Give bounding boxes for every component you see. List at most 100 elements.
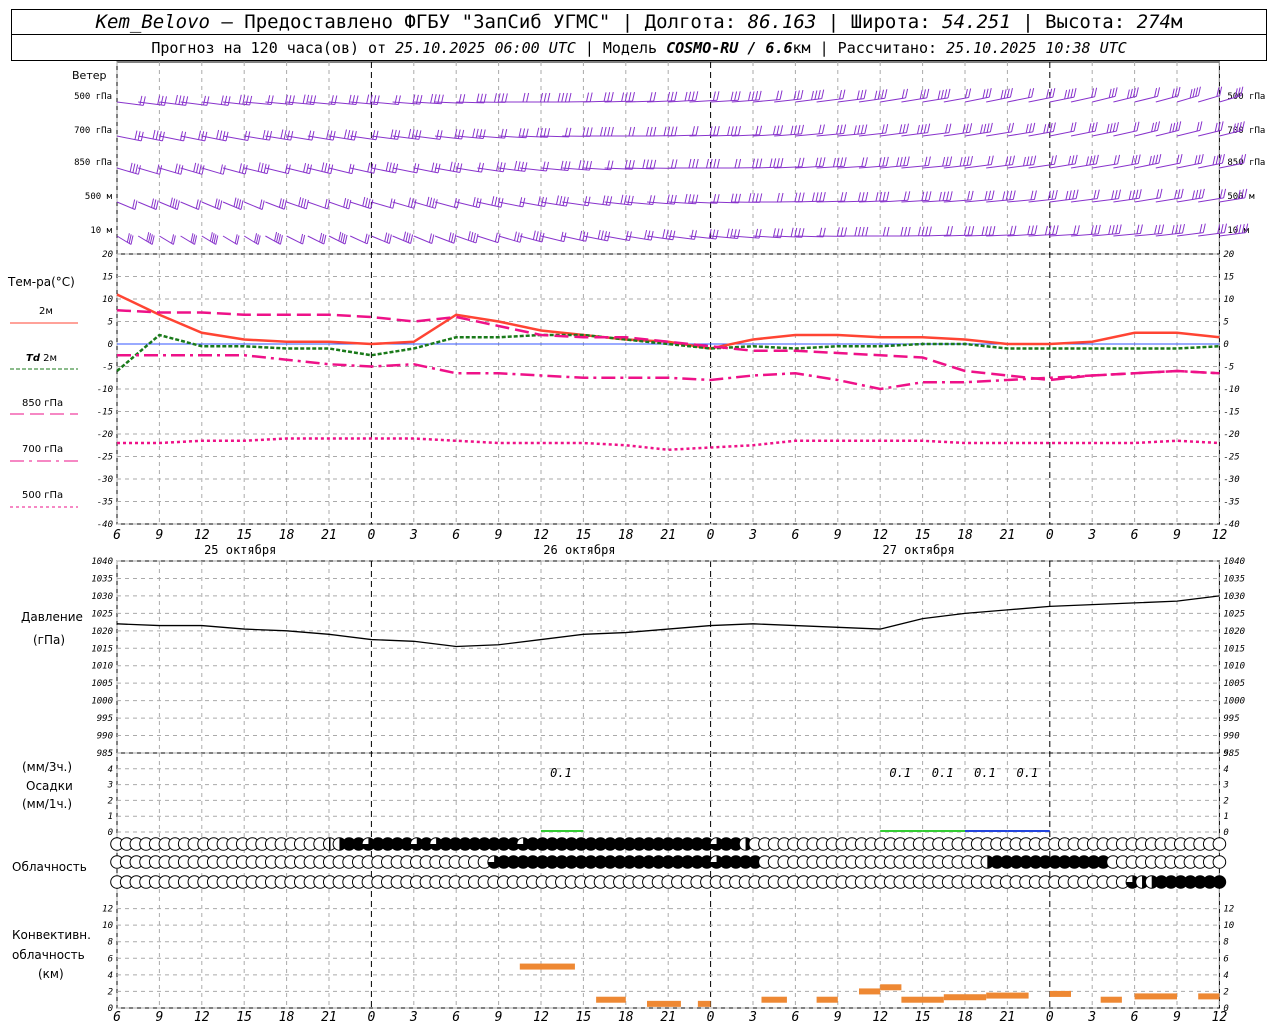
wind-barb-feather: [648, 195, 652, 205]
wind-barb-feather: [176, 200, 180, 210]
precip-bar: [880, 830, 923, 832]
wind-barb-feather: [1108, 225, 1112, 235]
wind-barb-feather: [822, 192, 826, 202]
wind-barb-feather: [822, 157, 826, 167]
wind-barb-feather: [453, 234, 457, 244]
wind-barb-feather: [195, 163, 199, 173]
wind-barb-feather: [300, 198, 304, 208]
wind-barb-feather: [1049, 122, 1053, 133]
wind-barb-shaft: [922, 97, 949, 103]
wind-barb-feather: [1009, 225, 1013, 235]
wind-barb-feather: [1000, 89, 1004, 100]
wind-barb-shaft: [1070, 130, 1096, 137]
wind-barb-feather: [1068, 190, 1072, 200]
wind-barb-feather: [967, 226, 971, 236]
wind-barb-feather: [716, 91, 720, 101]
wind-barb-feather: [240, 200, 244, 210]
wind-barb: [265, 231, 283, 245]
wind-barb-feather: [1115, 224, 1119, 234]
wind-barb-feather: [227, 96, 231, 106]
wind-barb-feather: [730, 91, 734, 101]
x-tick-label: 9: [834, 1010, 842, 1024]
day-label: 25 октября: [204, 543, 276, 557]
wind-barb-feather: [164, 96, 167, 106]
press-ytick-left: 1000: [91, 697, 113, 707]
wind-barb-feather: [712, 229, 716, 239]
wind-barb-feather: [1006, 88, 1010, 98]
wind-barb-feather: [705, 158, 709, 169]
wind-barb-shaft: [1198, 129, 1222, 137]
wind-barb-feather: [815, 192, 819, 202]
wind-barb-feather: [403, 231, 407, 241]
wind-barb-feather: [211, 233, 215, 243]
wind-barb-feather: [1178, 224, 1182, 234]
wind-barb-feather: [326, 129, 330, 140]
x-tick-label: 6: [791, 528, 799, 543]
wind-barb-feather: [1008, 155, 1012, 166]
wind-barb-feather: [949, 156, 953, 166]
wind-barb-feather: [494, 196, 498, 207]
wind-barb: [434, 232, 457, 244]
wind-barb-shaft: [1113, 95, 1137, 103]
wind-barb-feather: [367, 198, 371, 208]
wind-barb-feather: [772, 125, 776, 135]
wind-barb-feather: [715, 229, 719, 240]
wind-barb-feather: [969, 123, 973, 133]
wind-barb-feather: [1109, 123, 1113, 133]
x-tick-label: 12: [194, 528, 210, 543]
wind-barb-feather: [942, 157, 946, 167]
wind-barb-feather: [832, 157, 836, 168]
conv-segment: [647, 1000, 681, 1007]
wind-level-right: 700 гПа: [1227, 126, 1265, 136]
wind-barb-feather: [513, 231, 517, 241]
wind-barb-feather: [213, 234, 217, 244]
wind-barb-feather: [146, 232, 150, 242]
wind-barb-feather: [394, 95, 398, 105]
wind-barb-feather: [216, 199, 220, 209]
wind-barb-feather: [844, 227, 848, 237]
wind-barb-shaft: [371, 167, 396, 174]
temp-ytick-left: -20: [97, 430, 113, 440]
wind-barb-feather: [1029, 155, 1033, 166]
wind-barb-feather: [190, 233, 194, 243]
wind-barb-feather: [283, 129, 287, 140]
wind-barb-feather: [521, 161, 524, 172]
conv-segment: [596, 996, 626, 1003]
wind-barb-feather: [964, 88, 968, 99]
wind-barb-feather: [1009, 190, 1013, 200]
wind-barb-feather: [516, 232, 520, 242]
wind-barb-feather: [1044, 225, 1048, 236]
wind-barb-feather: [1179, 153, 1183, 164]
wind-barb-feather: [916, 124, 920, 135]
wind-barb-feather: [900, 226, 904, 237]
wind-barb-feather: [1136, 121, 1140, 131]
wind-barb-feather: [324, 198, 328, 209]
wind-barb-feather: [586, 127, 590, 137]
wind-barb-feather: [1139, 224, 1143, 234]
wind-barb: [1134, 188, 1163, 203]
wind-barb-feather: [1111, 88, 1115, 98]
wind-barb-feather: [801, 157, 805, 167]
wind-barb-feather: [562, 196, 566, 206]
wind-barb-feather: [308, 130, 312, 140]
wind-barb-feather: [987, 155, 991, 166]
temp-ytick-left: 5: [108, 318, 113, 328]
x-tick-label: 6: [1131, 1010, 1139, 1024]
wind-barb-feather: [881, 89, 884, 99]
wind-barb-feather: [535, 231, 539, 241]
wind-barb: [456, 231, 479, 244]
wind-barb-feather: [130, 235, 134, 245]
wind-barb-feather: [185, 96, 189, 106]
wind-barb-feather: [800, 89, 804, 100]
temp-ytick-right: -5: [1223, 363, 1234, 373]
wind-barb-feather: [1131, 155, 1135, 165]
wind-barb: [159, 234, 176, 245]
wind-barb-feather: [410, 198, 414, 208]
cloud-circle: [1212, 837, 1227, 851]
temp-ytick-left: -15: [97, 408, 113, 418]
x-tick-label: 21: [321, 528, 337, 543]
wind-barb-feather: [628, 126, 632, 137]
wind-barb-feather: [628, 231, 632, 241]
conv-segment: [1134, 993, 1177, 1000]
wind-barb-feather: [303, 198, 307, 209]
